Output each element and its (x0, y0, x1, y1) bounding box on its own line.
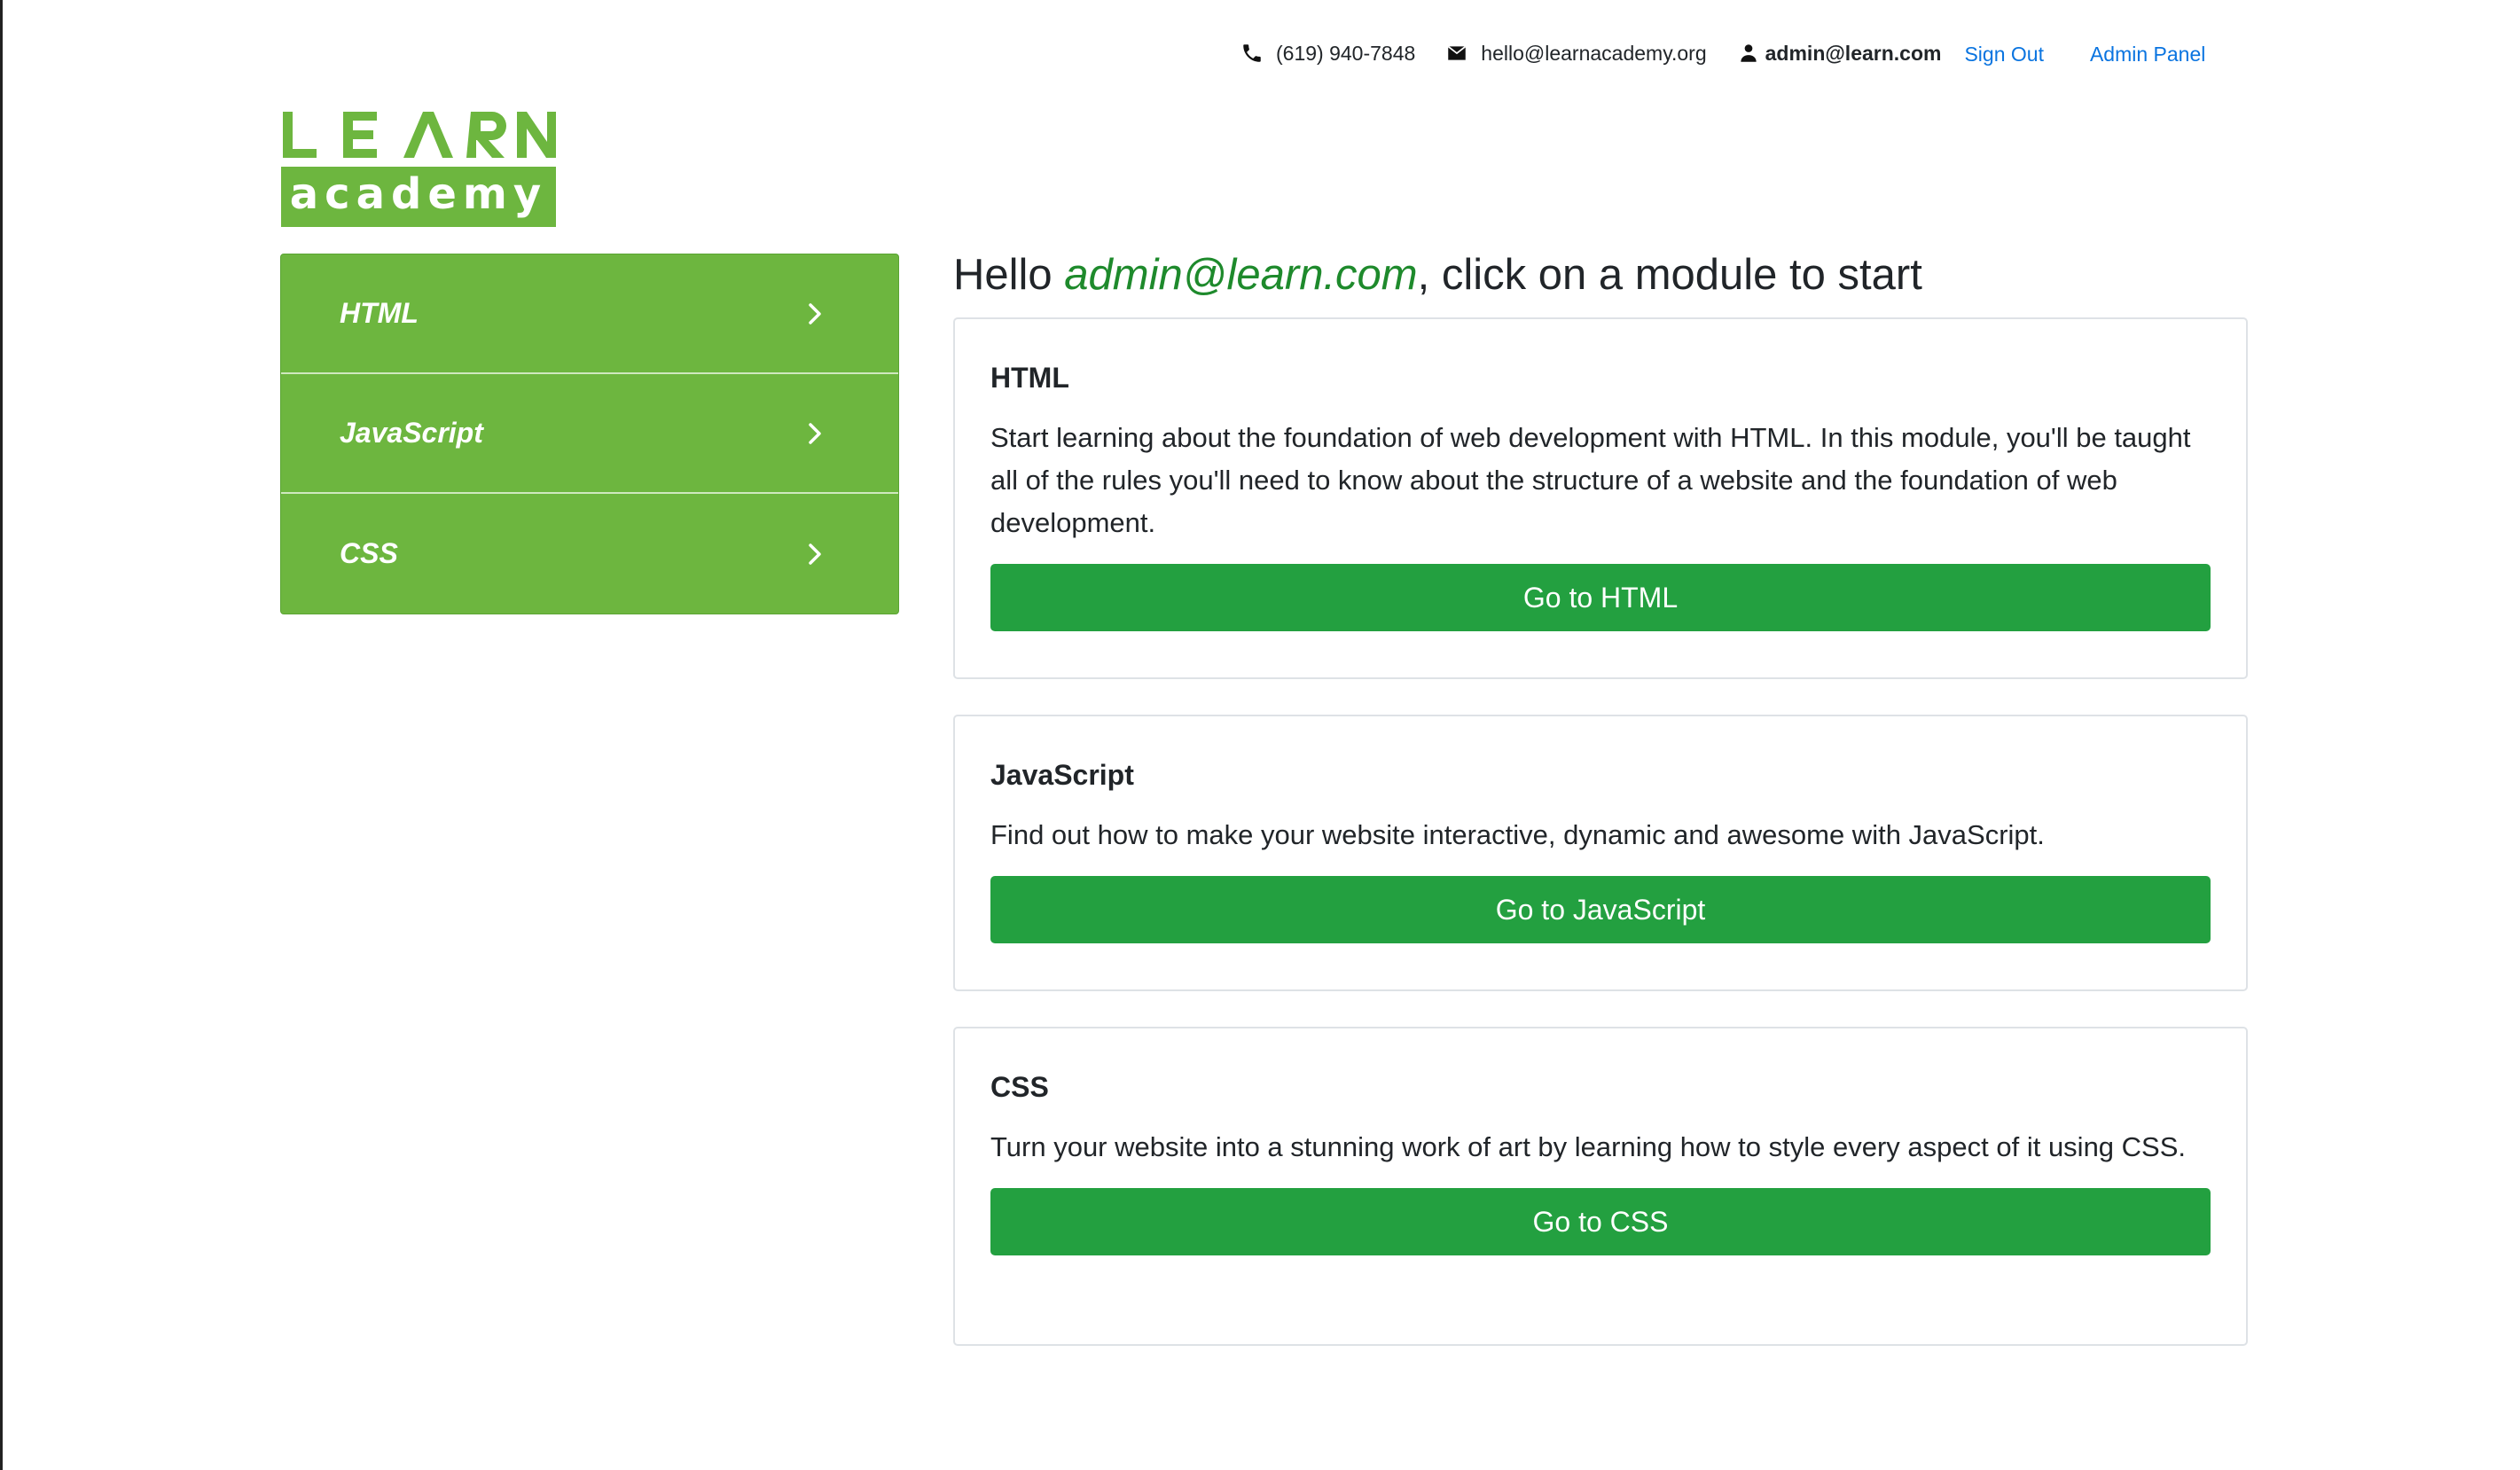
sidebar-item-html[interactable]: HTML (281, 254, 898, 374)
envelope-icon (1445, 42, 1468, 65)
sidebar-item-label: HTML (340, 297, 419, 329)
email-contact: hello@learnacademy.org (1445, 41, 1707, 66)
greeting-suffix: , click on a module to start (1417, 251, 1922, 299)
module-title: JavaScript (990, 759, 1134, 791)
module-title: CSS (990, 1071, 1049, 1103)
learn-academy-logo[interactable]: academy (281, 110, 556, 227)
sidebar-item-label: JavaScript (340, 417, 483, 449)
chevron-right-icon (806, 301, 826, 326)
module-card-html: HTML Start learning about the foundation… (953, 317, 2248, 679)
go-to-html-button[interactable]: Go to HTML (990, 564, 2211, 631)
chevron-right-icon (806, 421, 826, 446)
phone-contact: (619) 940-7848 (1240, 42, 1415, 66)
contact-bar: (619) 940-7848 hello@learnacademy.org ad… (1240, 37, 2205, 69)
chevron-right-icon (806, 542, 826, 567)
module-description: Start learning about the foundation of w… (990, 422, 2191, 538)
greeting-user: admin@learn.com (1064, 251, 1418, 299)
sign-out-link[interactable]: Sign Out (1964, 43, 2044, 66)
admin-panel-link[interactable]: Admin Panel (2090, 43, 2205, 66)
email-address: hello@learnacademy.org (1481, 41, 1707, 65)
logo-learn-wordmark (281, 110, 556, 160)
sidebar-item-javascript[interactable]: JavaScript (281, 374, 898, 494)
module-title: HTML (990, 362, 1069, 394)
go-to-css-button[interactable]: Go to CSS (990, 1188, 2211, 1255)
phone-number: (619) 940-7848 (1276, 41, 1416, 65)
page-title: Hello admin@learn.com, click on a module… (953, 250, 1922, 300)
module-card-javascript: JavaScript Find out how to make your web… (953, 715, 2248, 991)
phone-icon (1240, 42, 1264, 65)
module-description: Turn your website into a stunning work o… (990, 1131, 2187, 1162)
module-card-css: CSS Turn your website into a stunning wo… (953, 1027, 2248, 1346)
go-to-javascript-button[interactable]: Go to JavaScript (990, 876, 2211, 943)
logo-academy-text: academy (281, 167, 556, 227)
sidebar-item-css[interactable]: CSS (281, 494, 898, 614)
module-description: Find out how to make your website intera… (990, 819, 2045, 850)
current-user: admin@learn.com (1765, 41, 1942, 65)
sidebar-item-label: CSS (340, 537, 398, 569)
user-icon (1737, 42, 1757, 65)
user-info: admin@learn.com (1737, 42, 1965, 66)
module-sidebar: HTML JavaScript CSS (280, 254, 899, 614)
greeting-prefix: Hello (953, 251, 1065, 299)
